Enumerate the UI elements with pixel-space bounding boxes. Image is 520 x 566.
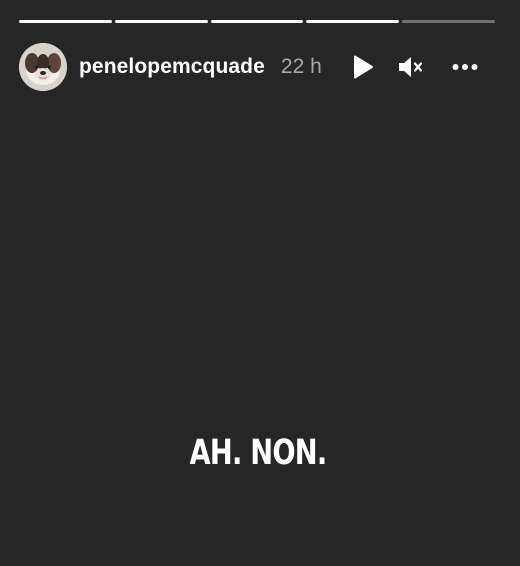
avatar-image — [19, 43, 67, 91]
story-progress-bar — [19, 20, 495, 23]
story-progress-segment-1 — [19, 20, 112, 23]
story-controls — [347, 51, 499, 83]
more-horizontal-icon — [452, 64, 478, 70]
story-progress-fill — [210, 20, 304, 23]
play-icon — [354, 55, 373, 79]
more-options-button[interactable] — [449, 51, 481, 83]
story-progress-fill — [19, 20, 112, 23]
speaker-muted-icon — [399, 57, 423, 77]
timestamp: 22 h — [280, 55, 322, 78]
story-progress-segment-3 — [210, 20, 304, 23]
username[interactable]: penelopemcquade — [79, 55, 265, 79]
mute-button[interactable] — [395, 51, 427, 83]
story-progress-segment-5 — [402, 20, 495, 23]
play-button[interactable] — [347, 51, 379, 83]
story-progress-segment-4 — [306, 20, 400, 23]
story-progress-segment-2 — [114, 20, 208, 23]
story-progress-fill — [306, 20, 400, 23]
story-content-text: AH. NON. — [189, 433, 328, 473]
story-progress-fill — [114, 20, 208, 23]
avatar[interactable] — [19, 43, 67, 91]
story-header: penelopemcquade 22 h — [19, 43, 499, 91]
